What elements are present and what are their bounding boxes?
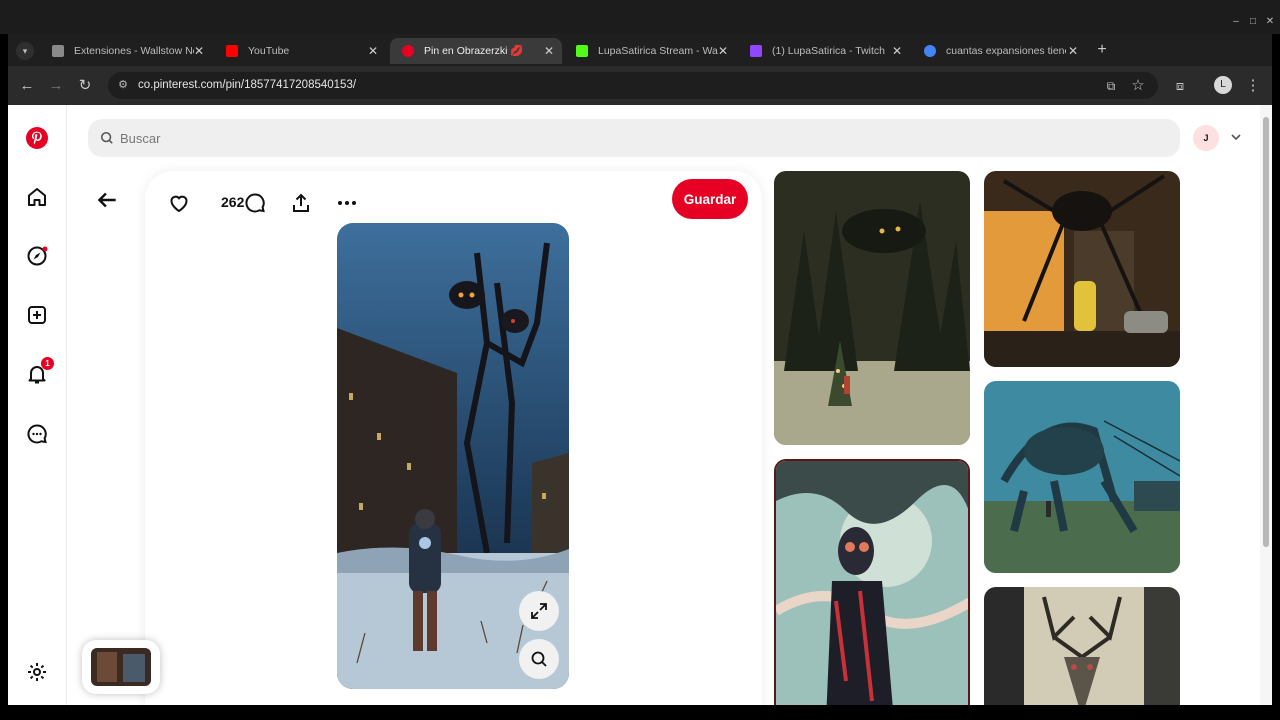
close-window-icon[interactable]: ✕ — [1264, 16, 1276, 28]
tab-label: Pin en Obrazerzki 💋 — [424, 45, 524, 57]
messages-icon[interactable] — [25, 422, 49, 446]
address-bar[interactable]: ⚙ co.pinterest.com/pin/1857741720854015​… — [108, 72, 1158, 99]
settings-gear-icon[interactable] — [25, 660, 49, 684]
scrollbar-thumb[interactable] — [1263, 117, 1269, 547]
close-icon[interactable]: ✕ — [194, 38, 204, 64]
create-plus-icon[interactable] — [25, 303, 49, 327]
google-icon — [924, 45, 936, 57]
extensions-puzzle-icon[interactable]: ⧈ — [1171, 77, 1189, 95]
tab-label: YouTube — [248, 45, 290, 57]
tab-label: Extensiones - Wallstow Ne — [74, 45, 194, 57]
mini-player-preview[interactable] — [82, 640, 160, 694]
like-count: 262 — [221, 194, 245, 210]
explore-compass-icon[interactable] — [25, 244, 49, 268]
maximize-icon[interactable]: □ — [1247, 16, 1259, 28]
user-avatar[interactable]: J — [1193, 125, 1219, 151]
share-icon[interactable] — [289, 191, 313, 215]
related-pin-image — [774, 171, 970, 445]
home-icon[interactable] — [25, 185, 49, 209]
related-pin-image — [984, 381, 1180, 573]
expand-icon — [531, 603, 547, 619]
kick-icon — [576, 45, 588, 57]
new-tab-button[interactable]: + — [1094, 40, 1110, 60]
related-pin[interactable] — [984, 587, 1180, 705]
comment-icon[interactable] — [243, 191, 267, 215]
minimize-icon[interactable]: – — [1230, 16, 1242, 28]
browser-window: – □ ✕ ▾ Extensiones - Wallstow Ne ✕ YouT… — [0, 0, 1280, 720]
tab-twitch[interactable]: (1) LupaSatirica - Twitch ✕ — [738, 38, 910, 64]
back-arrow-icon[interactable]: ← — [18, 77, 36, 95]
address-toolbar: ← → ↻ ⚙ co.pinterest.com/pin/18577417208… — [8, 66, 1272, 105]
visual-search-button[interactable] — [519, 639, 559, 679]
puzzle-icon — [52, 45, 64, 57]
search-input[interactable] — [120, 119, 1160, 157]
tab-label: LupaSatirica Stream - Wall — [598, 45, 718, 57]
title-bar: – □ ✕ — [0, 0, 1280, 34]
pinterest-logo-icon[interactable] — [25, 126, 49, 150]
close-icon[interactable]: ✕ — [892, 38, 902, 64]
notification-badge: 1 — [41, 357, 54, 370]
url-text[interactable]: co.pinterest.com/pin/1857741720854015​3/ — [138, 72, 356, 99]
close-icon[interactable]: ✕ — [368, 38, 378, 64]
search-icon — [100, 131, 113, 144]
related-pin[interactable] — [984, 171, 1180, 367]
tab-youtube[interactable]: YouTube ✕ — [214, 38, 386, 64]
browser-menu-icon[interactable]: ⋮ — [1244, 77, 1262, 95]
tab-kick[interactable]: LupaSatirica Stream - Wall ✕ — [564, 38, 736, 64]
related-pin[interactable] — [984, 381, 1180, 573]
expand-button[interactable] — [519, 591, 559, 631]
site-info-icon[interactable]: ⚙ — [116, 78, 130, 92]
browser-profile-avatar[interactable]: L — [1214, 76, 1232, 94]
related-pin-image — [776, 461, 968, 705]
install-app-icon[interactable]: ⧉ — [1102, 77, 1120, 95]
bookmark-star-icon[interactable]: ☆ — [1129, 77, 1147, 95]
pin-closeup-card: 262 Guardar — [145, 171, 762, 705]
tab-strip: ▾ Extensiones - Wallstow Ne ✕ YouTube ✕ … — [8, 34, 1272, 66]
tab-pinterest[interactable]: Pin en Obrazerzki 💋 ✕ — [390, 38, 562, 64]
pinterest-page: 1 J — [8, 105, 1272, 705]
close-icon[interactable]: ✕ — [718, 38, 728, 64]
related-pin-image — [984, 171, 1180, 367]
notifications-bell-button[interactable]: 1 — [25, 357, 54, 386]
search-bar — [88, 119, 1180, 157]
tab-search-chevron-icon[interactable]: ▾ — [16, 42, 34, 60]
tab-label: cuantas expansiones tiene — [946, 45, 1066, 57]
twitch-icon — [750, 45, 762, 57]
lens-search-icon — [531, 651, 547, 667]
pinterest-icon — [402, 45, 414, 57]
reload-icon[interactable]: ↻ — [76, 77, 94, 95]
youtube-icon — [226, 45, 238, 57]
tab-google[interactable]: cuantas expansiones tiene ✕ — [912, 38, 1086, 64]
more-options-icon[interactable] — [335, 191, 359, 215]
page-scrollbar[interactable] — [1260, 105, 1272, 705]
heart-icon[interactable] — [167, 191, 191, 215]
save-button[interactable]: Guardar — [672, 179, 748, 219]
tab-extensions[interactable]: Extensiones - Wallstow Ne ✕ — [40, 38, 212, 64]
related-pin[interactable] — [774, 171, 970, 445]
sidebar: 1 — [8, 105, 67, 705]
chevron-down-icon[interactable] — [1230, 131, 1242, 143]
related-pin-image — [984, 587, 1180, 705]
related-pin[interactable] — [774, 459, 970, 705]
forward-arrow-icon[interactable]: → — [47, 77, 65, 95]
close-icon[interactable]: ✕ — [1068, 38, 1078, 64]
back-arrow-icon[interactable] — [94, 187, 120, 213]
tab-label: (1) LupaSatirica - Twitch — [772, 45, 886, 57]
close-icon[interactable]: ✕ — [544, 38, 554, 64]
mini-preview-thumbnail — [91, 648, 151, 686]
